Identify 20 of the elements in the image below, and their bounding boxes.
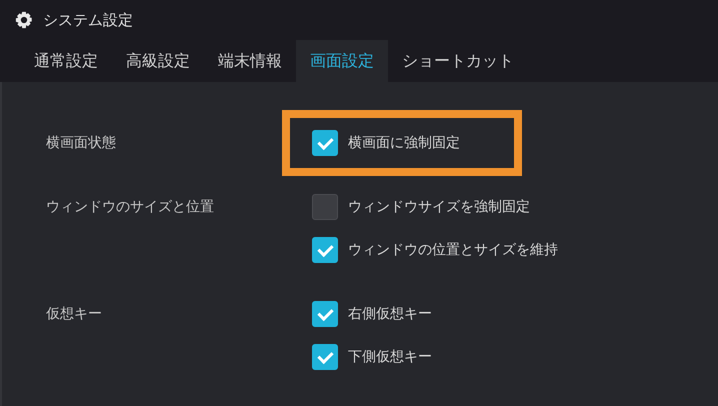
checkbox-label: ウィンドウの位置とサイズを維持 — [348, 241, 558, 259]
checkbox[interactable] — [312, 194, 338, 220]
checkbox[interactable] — [312, 237, 338, 263]
checkbox[interactable] — [312, 301, 338, 327]
checkbox-label: 下側仮想キー — [348, 348, 432, 366]
setting-label: 横画面状態 — [45, 134, 117, 153]
tab[interactable]: 端末情報 — [204, 40, 296, 82]
tab[interactable]: 画面設定 — [296, 40, 388, 82]
setting-label: ウィンドウのサイズと位置 — [45, 198, 215, 217]
checkbox[interactable] — [312, 344, 338, 370]
checkbox[interactable] — [312, 130, 338, 156]
checkbox-label: 右側仮想キー — [348, 305, 432, 323]
window-title: システム設定 — [43, 10, 133, 30]
checkbox-label: ウィンドウサイズを強制固定 — [348, 198, 530, 216]
tab[interactable]: 高級設定 — [112, 40, 204, 82]
tab[interactable]: 通常設定 — [20, 40, 112, 82]
setting-label: 仮想キー — [45, 305, 103, 324]
checkbox-label: 横画面に強制固定 — [348, 134, 460, 152]
settings-icon — [15, 11, 33, 29]
tab[interactable]: ショートカット — [388, 40, 528, 82]
